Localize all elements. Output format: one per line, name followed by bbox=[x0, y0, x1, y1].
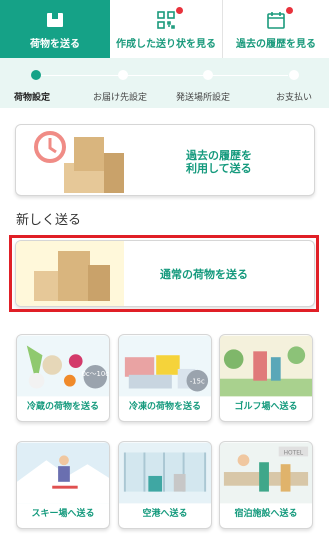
tab-label: 過去の履歴を見る bbox=[236, 39, 316, 50]
step-dot-current bbox=[31, 70, 41, 80]
step-label: 発送場所設定 bbox=[176, 93, 231, 103]
step-line bbox=[36, 75, 288, 76]
tile-label: 宿泊施設へ送る bbox=[234, 509, 298, 519]
tab-send-package[interactable]: 荷物を送る bbox=[0, 0, 110, 58]
tile-airport[interactable]: 空港へ送る bbox=[118, 441, 212, 529]
highlight-frame bbox=[9, 235, 319, 312]
tile-label: 冷凍の荷物を送る bbox=[128, 402, 201, 412]
history-reuse-card[interactable]: 過去の履歴を 利用して送る bbox=[15, 124, 315, 196]
tile-label: ゴルフ場へ送る bbox=[234, 402, 298, 412]
tab-label: 作成した送り状を見る bbox=[116, 39, 216, 50]
frozen-illustration: -15c bbox=[119, 335, 211, 397]
box-icon bbox=[45, 10, 65, 30]
step-dot bbox=[203, 70, 213, 80]
tile-frozen[interactable]: -15c 冷凍の荷物を送る bbox=[118, 334, 212, 422]
step-label: 荷物設定 bbox=[14, 93, 51, 103]
qr-code-icon bbox=[156, 7, 183, 30]
airport-illustration bbox=[119, 442, 211, 504]
step-dot bbox=[289, 70, 299, 80]
tile-label: 空港へ送る bbox=[142, 509, 188, 519]
progress-steps: 荷物設定 お届け先設定 発送場所設定 お支払い bbox=[0, 58, 329, 108]
tab-created-labels[interactable]: 作成した送り状を見る bbox=[110, 0, 223, 58]
step-label: お支払い bbox=[276, 93, 313, 103]
temp-badge: 0c～10c bbox=[82, 370, 109, 378]
tab-label: 荷物を送る bbox=[30, 39, 80, 50]
history-box-illustration bbox=[34, 131, 124, 193]
history-card-label: 過去の履歴を 利用して送る bbox=[186, 149, 252, 175]
tile-label: スキー場へ送る bbox=[31, 509, 95, 519]
tile-hotel[interactable]: HOTEL 宿泊施設へ送る bbox=[219, 441, 313, 529]
hotel-illustration: HOTEL bbox=[220, 442, 312, 504]
ski-illustration bbox=[17, 442, 109, 504]
top-tab-bar: 荷物を送る 作成した送り状を見る 過去の履歴を見る bbox=[0, 0, 329, 58]
tile-refrigerated[interactable]: 0c～10c 冷蔵の荷物を送る bbox=[16, 334, 110, 422]
notification-badge bbox=[286, 7, 293, 14]
tile-ski[interactable]: スキー場へ送る bbox=[16, 441, 110, 529]
step-label: お届け先設定 bbox=[93, 93, 148, 103]
tile-golf[interactable]: ゴルフ場へ送る bbox=[219, 334, 313, 422]
calendar-icon bbox=[266, 7, 293, 30]
tab-history[interactable]: 過去の履歴を見る bbox=[223, 0, 329, 58]
temp-badge: -15c bbox=[190, 378, 205, 386]
hotel-sign: HOTEL bbox=[284, 450, 304, 456]
section-title: 新しく送る bbox=[16, 213, 82, 228]
refrigerated-illustration: 0c～10c bbox=[17, 335, 109, 397]
notification-badge bbox=[176, 7, 183, 14]
step-dot bbox=[118, 70, 128, 80]
tile-label: 冷蔵の荷物を送る bbox=[26, 402, 99, 412]
golf-illustration bbox=[220, 335, 312, 397]
